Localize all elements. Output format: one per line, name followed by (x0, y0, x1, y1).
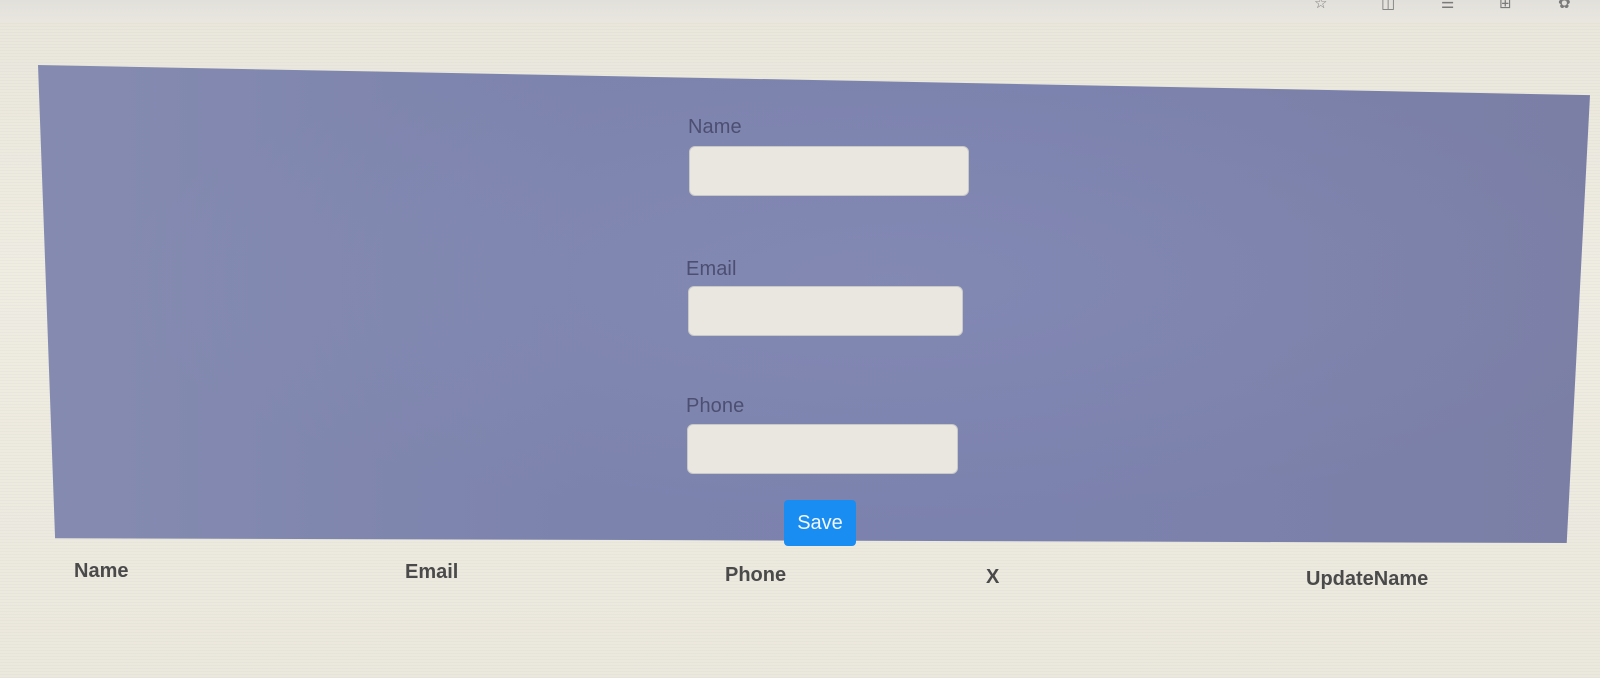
favorites-list-icon[interactable]: ☰ (1441, 0, 1454, 12)
header-email: Email (405, 561, 459, 583)
email-label: Email (686, 258, 737, 280)
name-label: Name (688, 116, 742, 138)
save-button[interactable]: Save (784, 500, 856, 546)
name-field[interactable] (689, 146, 969, 196)
header-updatename: UpdateName (1306, 568, 1429, 590)
extensions-icon[interactable]: ✿ (1558, 0, 1571, 12)
browser-toolbar: ☆ ◫ ☰ ⊞ ✿ (0, 0, 1600, 22)
header-x: X (986, 566, 1000, 588)
split-screen-icon[interactable]: ◫ (1381, 0, 1395, 12)
favorite-star-icon[interactable]: ☆ (1314, 0, 1327, 12)
header-name: Name (74, 560, 129, 582)
email-field[interactable] (688, 286, 963, 336)
header-phone: Phone (725, 564, 787, 586)
phone-field[interactable] (687, 424, 958, 474)
phone-label: Phone (686, 395, 745, 417)
collections-icon[interactable]: ⊞ (1499, 0, 1512, 12)
